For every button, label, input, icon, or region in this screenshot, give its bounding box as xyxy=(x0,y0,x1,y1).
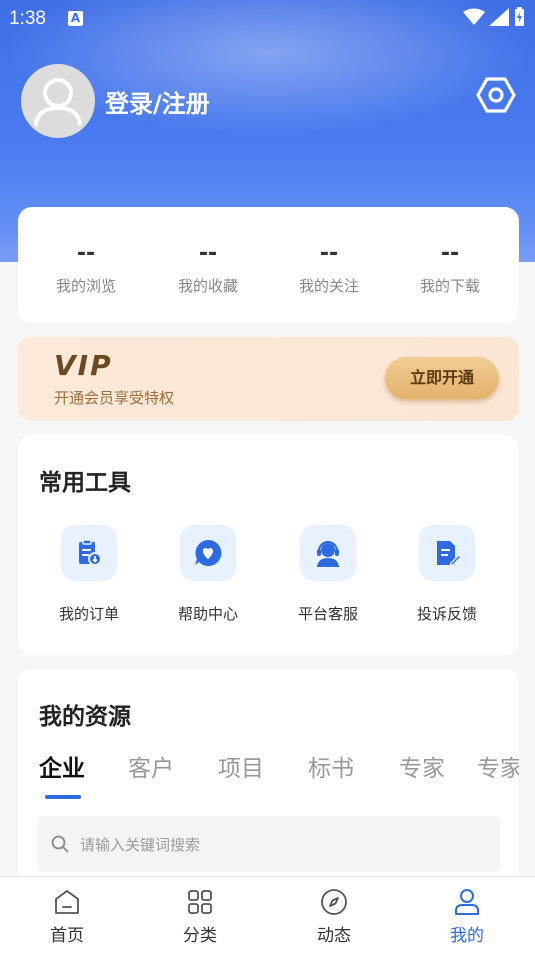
open-vip-button[interactable]: 立即开通 xyxy=(385,357,499,399)
tool-my-orders[interactable]: 我的订单 xyxy=(29,525,149,625)
nav-label: 首页 xyxy=(50,926,84,946)
customer-service-icon xyxy=(317,541,339,567)
vip-logo: VIP xyxy=(54,349,113,382)
stat-label: 我的关注 xyxy=(298,277,359,295)
tool-label: 帮助中心 xyxy=(177,605,238,623)
tool-label: 投诉反馈 xyxy=(416,605,477,623)
wifi-icon xyxy=(463,8,485,25)
tab-projects[interactable]: 项目 xyxy=(218,749,264,783)
stat-label: 我的浏览 xyxy=(55,277,116,295)
tool-help-center[interactable]: 帮助中心 xyxy=(148,525,268,625)
category-icon xyxy=(188,890,212,914)
section-title: 我的资源 xyxy=(39,704,131,730)
stat-value: -- xyxy=(319,241,339,266)
battery-icon xyxy=(515,7,524,26)
nav-home[interactable]: 首页 xyxy=(0,877,134,953)
nav-mine[interactable]: 我的 xyxy=(400,877,534,953)
compass-icon xyxy=(321,889,347,915)
my-resources-card: 我的资源 企业 客户 项目 标书 专家 专家 请输入关键词搜索 xyxy=(18,669,519,909)
search-input[interactable]: 请输入关键词搜索 xyxy=(38,816,500,872)
stat-browse[interactable]: -- 我的浏览 xyxy=(31,207,141,323)
nav-label: 动态 xyxy=(317,926,351,946)
tool-customer-service[interactable]: 平台客服 xyxy=(268,525,388,625)
tab-enterprise[interactable]: 企业 xyxy=(39,749,85,783)
stat-label: 我的收藏 xyxy=(177,277,238,295)
login-register-link[interactable]: 登录/注册 xyxy=(105,84,210,119)
signal-icon xyxy=(489,8,509,26)
status-bar: 1:38 A xyxy=(0,0,535,36)
tool-label: 我的订单 xyxy=(58,605,119,623)
tab-experts-overflow[interactable]: 专家 xyxy=(477,749,519,783)
vip-subtitle: 开通会员享受特权 xyxy=(54,389,175,407)
settings-icon[interactable] xyxy=(476,75,516,115)
user-icon xyxy=(455,889,479,915)
stat-value: -- xyxy=(198,241,218,266)
tab-tenders[interactable]: 标书 xyxy=(308,749,354,783)
notification-icon: A xyxy=(68,11,83,26)
tab-experts[interactable]: 专家 xyxy=(399,749,445,783)
nav-category[interactable]: 分类 xyxy=(133,877,267,953)
bottom-navigation: 首页 分类 动态 我的 xyxy=(0,876,535,953)
avatar[interactable] xyxy=(21,64,95,138)
stat-label: 我的下载 xyxy=(419,277,480,295)
stats-card: -- 我的浏览 -- 我的收藏 -- 我的关注 -- 我的下载 xyxy=(18,207,519,323)
vip-banner[interactable]: VIP 开通会员享受特权 立即开通 xyxy=(18,337,519,421)
stat-value: -- xyxy=(440,241,460,266)
home-icon xyxy=(55,890,79,914)
common-tools-card: 常用工具 我的订单 帮助中心 平台客服 投诉反馈 xyxy=(18,435,519,655)
help-chat-icon xyxy=(195,539,222,566)
tool-label: 平台客服 xyxy=(297,605,358,623)
tool-complaint-feedback[interactable]: 投诉反馈 xyxy=(387,525,507,625)
order-icon xyxy=(79,539,102,566)
nav-label: 我的 xyxy=(450,926,484,946)
stat-favorites[interactable]: -- 我的收藏 xyxy=(153,207,263,323)
stat-value: -- xyxy=(76,241,96,266)
stat-downloads[interactable]: -- 我的下载 xyxy=(395,207,505,323)
search-icon xyxy=(51,835,69,853)
section-title: 常用工具 xyxy=(39,470,131,496)
feedback-icon xyxy=(437,541,462,568)
status-time: 1:38 xyxy=(9,8,46,29)
nav-dynamics[interactable]: 动态 xyxy=(267,877,401,953)
stat-following[interactable]: -- 我的关注 xyxy=(274,207,384,323)
active-tab-indicator xyxy=(45,795,81,799)
tab-customers[interactable]: 客户 xyxy=(128,749,174,783)
default-avatar-icon xyxy=(34,78,82,126)
nav-label: 分类 xyxy=(183,926,217,946)
search-placeholder: 请输入关键词搜索 xyxy=(80,836,201,854)
